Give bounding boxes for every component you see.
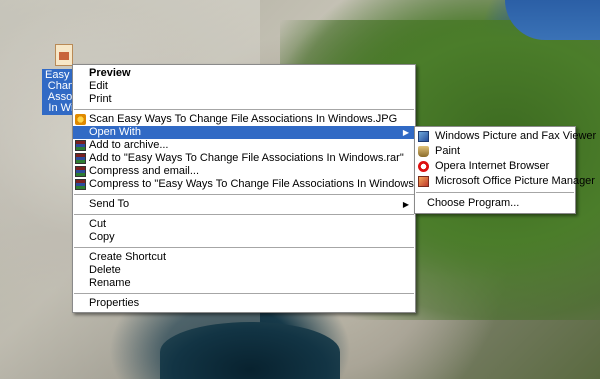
- menu-item-properties[interactable]: Properties: [73, 297, 415, 310]
- submenu-item-paint[interactable]: Paint: [415, 144, 575, 159]
- menu-item-label: Rename: [89, 277, 131, 289]
- menu-item-scan[interactable]: Scan Easy Ways To Change File Associatio…: [73, 113, 415, 126]
- submenu-arrow-icon: ▶: [402, 128, 409, 137]
- menu-item-cut[interactable]: Cut: [73, 218, 415, 231]
- menu-item-print[interactable]: Print: [73, 93, 415, 106]
- scan-icon: [75, 114, 86, 125]
- menu-item-label: Delete: [89, 264, 121, 276]
- menu-item-open-with[interactable]: Open With ▶: [73, 126, 415, 139]
- rar-icon: [75, 179, 86, 190]
- menu-item-label: Open With: [89, 126, 141, 138]
- opera-icon: [418, 161, 429, 172]
- rar-icon: [75, 153, 86, 164]
- jpg-file-icon: [55, 44, 73, 66]
- submenu-item-label: Choose Program...: [427, 197, 520, 209]
- menu-item-label: Scan Easy Ways To Change File Associatio…: [89, 113, 398, 125]
- wallpaper-cave: [160, 322, 340, 379]
- menu-item-send-to[interactable]: Send To ▶: [73, 198, 415, 211]
- rar-icon: [75, 140, 86, 151]
- menu-item-label: Add to "Easy Ways To Change File Associa…: [89, 152, 404, 164]
- menu-item-compress-to-rar-email[interactable]: Compress to "Easy Ways To Change File As…: [73, 178, 485, 191]
- menu-item-rename[interactable]: Rename: [73, 277, 415, 290]
- menu-item-label: Preview: [89, 67, 131, 79]
- menu-item-edit[interactable]: Edit: [73, 80, 415, 93]
- menu-item-add-to-archive[interactable]: Add to archive...: [73, 139, 415, 152]
- submenu-item-label: Paint: [435, 145, 461, 157]
- menu-separator: [74, 214, 414, 215]
- menu-separator: [416, 192, 574, 193]
- picture-viewer-icon: [418, 131, 429, 142]
- menu-item-delete[interactable]: Delete: [73, 264, 415, 277]
- menu-item-label: Edit: [89, 80, 108, 92]
- menu-item-label: Print: [89, 93, 112, 105]
- menu-item-label: Copy: [89, 231, 115, 243]
- menu-separator: [74, 247, 414, 248]
- submenu-item-label: Microsoft Office Picture Manager: [435, 175, 595, 187]
- rar-icon: [75, 166, 86, 177]
- menu-item-add-to-rar[interactable]: Add to "Easy Ways To Change File Associa…: [73, 152, 415, 165]
- submenu-item-opera[interactable]: Opera Internet Browser: [415, 159, 575, 174]
- menu-item-label: Create Shortcut: [89, 251, 167, 263]
- open-with-submenu: Windows Picture and Fax Viewer Paint Ope…: [414, 126, 596, 214]
- paint-icon: [418, 146, 429, 157]
- submenu-item-picture-manager[interactable]: Microsoft Office Picture Manager: [415, 174, 595, 189]
- submenu-item-label: Opera Internet Browser: [435, 160, 550, 172]
- menu-item-label: Cut: [89, 218, 107, 230]
- menu-item-label: Add to archive...: [89, 139, 169, 151]
- submenu-item-label: Windows Picture and Fax Viewer: [435, 130, 597, 142]
- menu-item-preview[interactable]: Preview: [73, 67, 415, 80]
- menu-item-label: Properties: [89, 297, 140, 309]
- menu-separator: [74, 194, 414, 195]
- submenu-arrow-icon: ▶: [402, 200, 409, 209]
- menu-separator: [74, 293, 414, 294]
- picture-manager-icon: [418, 176, 429, 187]
- menu-separator: [74, 109, 414, 110]
- menu-item-label: Compress and email...: [89, 165, 200, 177]
- submenu-item-choose-program[interactable]: Choose Program...: [415, 196, 575, 211]
- context-menu: Preview Edit Print Scan Easy Ways To Cha…: [72, 64, 485, 313]
- submenu-item-picture-viewer[interactable]: Windows Picture and Fax Viewer: [415, 129, 596, 144]
- menu-item-compress-email[interactable]: Compress and email...: [73, 165, 415, 178]
- menu-item-create-shortcut[interactable]: Create Shortcut: [73, 251, 415, 264]
- menu-item-copy[interactable]: Copy: [73, 231, 415, 244]
- menu-item-label: Send To: [89, 198, 130, 210]
